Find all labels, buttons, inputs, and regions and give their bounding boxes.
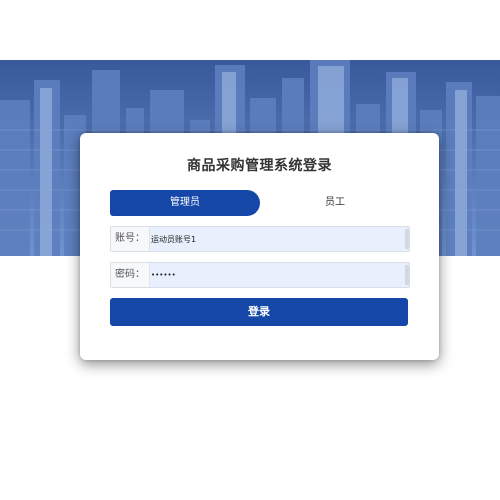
password-label: 密码： xyxy=(111,263,150,287)
login-button[interactable]: 登录 xyxy=(110,298,408,326)
login-page: 商品采购管理系统登录 管理员 员工 账号： 密码： 登录 xyxy=(0,0,500,500)
password-field: 密码： xyxy=(110,262,410,288)
account-input[interactable] xyxy=(151,227,399,251)
account-field: 账号： xyxy=(110,226,410,252)
password-field-edge xyxy=(405,265,409,285)
password-input[interactable] xyxy=(151,263,399,287)
login-title: 商品采购管理系统登录 xyxy=(187,158,332,174)
account-label: 账号： xyxy=(111,227,150,251)
tab-admin[interactable]: 管理员 xyxy=(110,190,260,216)
tab-staff[interactable]: 员工 xyxy=(260,190,410,216)
login-card: 商品采购管理系统登录 管理员 员工 账号： 密码： 登录 xyxy=(80,133,439,360)
role-tabs: 管理员 员工 xyxy=(110,190,410,216)
account-field-edge xyxy=(405,229,409,249)
